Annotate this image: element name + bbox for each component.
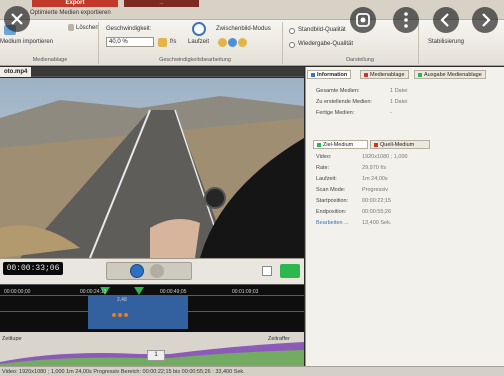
info-row-total: Gesamte Medien: xyxy=(316,88,359,94)
subtab-source[interactable]: Quell-Medium xyxy=(370,140,430,149)
end-marker[interactable] xyxy=(134,287,144,295)
info-label: Gesamte Medien: xyxy=(316,88,360,94)
timeline[interactable]: 2,48 00:00:00;00 00:00:24;13 00:00:49;05… xyxy=(0,284,304,332)
output-icon xyxy=(418,72,422,77)
video-header xyxy=(0,67,304,77)
delete-button[interactable]: Löschen xyxy=(76,25,99,31)
target-icon xyxy=(317,142,321,147)
speed-value-box[interactable]: 1 xyxy=(147,350,165,361)
tab-information-label: Information xyxy=(317,72,348,78)
info-value-finished: - xyxy=(390,110,392,116)
timeline-tick: 00:00:00;00 xyxy=(4,289,31,295)
detail-label: Endposition: xyxy=(316,209,347,215)
info-icon xyxy=(311,72,315,77)
import-media-button[interactable]: Medium importieren xyxy=(0,39,53,45)
info-value-total: 1 Datei xyxy=(390,88,408,94)
timeline-track-line xyxy=(0,295,304,296)
keyframe-dot[interactable] xyxy=(124,313,128,317)
detail-label: Laufzeit: xyxy=(316,176,337,182)
tab-output-label: Ausgabe Medienablage xyxy=(424,72,482,78)
still-quality-label: Standbild-Qualität xyxy=(298,27,346,33)
detail-label: Video: xyxy=(316,154,332,160)
group-label-speed: Geschwindigkeitsbearbeitung xyxy=(159,57,231,63)
ribbon-subtitle: Optimierte Medien exportieren xyxy=(30,10,111,16)
slow-motion-label: Zeitlupe xyxy=(2,336,22,342)
play-button[interactable] xyxy=(130,264,144,278)
info-value-to-create: 1 Datei xyxy=(390,99,408,105)
group-label-media: Medienablage xyxy=(32,57,68,63)
subtab-target-label: Ziel-Medium xyxy=(323,142,354,148)
ribbon-separator xyxy=(282,22,283,64)
speed-lock-icon[interactable] xyxy=(158,38,167,47)
keyframe-dot[interactable] xyxy=(112,313,116,317)
info-row-to-create: Zu erstellende Medien: xyxy=(316,99,372,105)
processing-value: 13,400 Sek. xyxy=(362,220,392,226)
snapshot-button[interactable] xyxy=(262,266,272,276)
mode-b-icon[interactable] xyxy=(228,38,237,47)
speed-label: Geschwindigkeit: xyxy=(106,26,152,32)
ribbon-separator xyxy=(98,22,99,64)
info-row-finished: Fertige Medien: xyxy=(316,110,354,116)
media-icon xyxy=(364,72,368,77)
video-preview[interactable] xyxy=(0,78,304,258)
scan-icon[interactable] xyxy=(350,7,376,33)
stabilize-button[interactable]: Stabilisierung xyxy=(428,39,464,45)
selection-range[interactable] xyxy=(88,295,188,329)
ribbon: Medium importieren Löschen Medienablage … xyxy=(0,20,504,66)
tab-media[interactable]: Medienablage xyxy=(360,70,409,79)
playback-quality-radio[interactable] xyxy=(289,42,295,48)
tab-export[interactable]: Export xyxy=(32,0,118,7)
road-scene xyxy=(0,78,304,258)
tab-other[interactable]: ... xyxy=(124,0,199,7)
status-bar: Video: 1920x1080 ; 1,000 1m 24,00s Progr… xyxy=(0,366,504,376)
fps-label: f/s xyxy=(170,39,177,45)
timeline-tick: 00:00:24;13 xyxy=(80,289,107,295)
group-label-display: Darstellung xyxy=(346,57,374,63)
more-icon[interactable] xyxy=(393,7,419,33)
detail-label: Startposition: xyxy=(316,198,349,204)
detail-label: Rate: xyxy=(316,165,330,171)
keyframe-dot[interactable] xyxy=(118,313,122,317)
tab-output-media[interactable]: Ausgabe Medienablage xyxy=(414,70,486,79)
detail-label: Scan Mode: xyxy=(316,187,346,193)
timeline-track-line xyxy=(0,311,304,312)
mode-c-icon[interactable] xyxy=(238,38,247,47)
detail-value: 1m 24,00s xyxy=(362,176,388,182)
detail-value: 00:00:55;26 xyxy=(362,209,392,215)
timecode-display: 00:00:33;06 xyxy=(3,262,63,275)
runtime-button[interactable]: Laufzeit xyxy=(188,39,209,45)
intermediate-mode-label: Zwischenbild-Modus xyxy=(216,26,271,32)
speed-input[interactable]: 40,0 % xyxy=(106,37,154,47)
playback-quality-label: Wiedergabe-Qualität xyxy=(298,41,354,47)
detail-value: 1920x1080 ; 1,000 xyxy=(362,154,408,160)
marker-value: 2,48 xyxy=(117,297,127,303)
mode-a-icon[interactable] xyxy=(218,38,227,47)
back-icon[interactable] xyxy=(433,7,459,33)
tab-information[interactable]: Information xyxy=(307,70,352,79)
info-label: Fertige Medien: xyxy=(316,110,355,116)
clock-icon[interactable] xyxy=(192,22,206,36)
subtab-source-label: Quell-Medium xyxy=(380,142,415,148)
zoom-fit-button[interactable] xyxy=(280,264,300,278)
detail-value: 29,970 f/s xyxy=(362,165,387,171)
playback-controls xyxy=(106,262,192,280)
video-filename: oto.mp4 xyxy=(0,67,32,77)
timeline-tick: 00:01:09;03 xyxy=(232,289,259,295)
detail-value: 00:00:22;15 xyxy=(362,198,392,204)
stop-button[interactable] xyxy=(150,264,164,278)
timeline-tick: 00:00:49;05 xyxy=(160,289,187,295)
delete-icon[interactable] xyxy=(68,24,74,31)
forward-icon[interactable] xyxy=(472,7,498,33)
processing-link[interactable]: Bearbeiten ... xyxy=(316,220,349,226)
still-quality-radio[interactable] xyxy=(289,28,295,34)
info-label: Zu erstellende Medien: xyxy=(316,99,372,105)
time-lapse-label: Zeitraffer xyxy=(268,336,290,342)
close-icon[interactable] xyxy=(4,6,30,32)
detail-value: Progressiv xyxy=(362,187,388,193)
source-icon xyxy=(374,142,378,147)
speed-curve-panel[interactable]: Zeitlupe Zeitraffer 1 xyxy=(0,332,304,366)
subtab-target[interactable]: Ziel-Medium xyxy=(313,140,368,149)
tab-media-label: Medienablage xyxy=(370,72,405,78)
